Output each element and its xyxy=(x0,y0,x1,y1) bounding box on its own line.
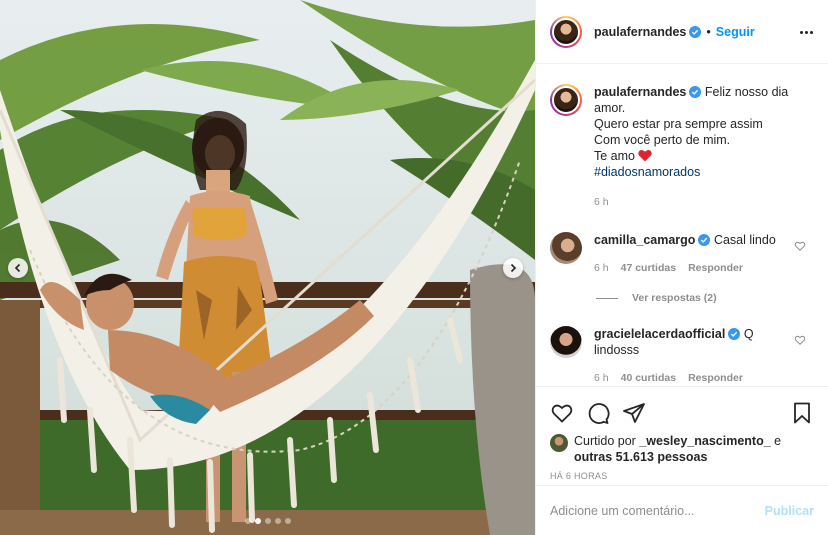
post-photo[interactable] xyxy=(0,0,535,535)
instagram-post: paulafernandes • Seguir paulafernandes F… xyxy=(0,0,828,535)
posted-time[interactable]: HÁ 6 HORAS xyxy=(536,471,828,481)
share-icon[interactable] xyxy=(622,401,646,425)
carousel-dot xyxy=(284,518,291,524)
liked-by-text: Curtido por _wesley_nascimento_ e outras… xyxy=(574,433,781,465)
carousel-dot xyxy=(264,518,271,524)
caption-line-2: Quero estar pra sempre assim xyxy=(594,117,763,131)
commenter-avatar[interactable] xyxy=(550,326,582,358)
liked-by-prefix: Curtido por xyxy=(574,434,636,448)
liker-avatar[interactable] xyxy=(550,434,568,452)
carousel-dot xyxy=(254,518,261,524)
carousel-indicator xyxy=(0,518,535,524)
author-username[interactable]: paulafernandes xyxy=(594,25,686,39)
verified-badge-icon xyxy=(698,234,711,246)
reply-button[interactable]: Responder xyxy=(688,370,743,386)
author-avatar[interactable] xyxy=(550,15,582,48)
verified-badge-icon xyxy=(728,328,741,340)
caption-line-3: Com você perto de mim. xyxy=(594,133,731,147)
comment-meta: 6 h 47 curtidas Responder xyxy=(594,260,784,276)
commenter-username[interactable]: gracielelacerdaofficial xyxy=(594,327,725,341)
comment-meta: 6 h 40 curtidas Responder xyxy=(594,370,784,386)
header-separator: • xyxy=(706,24,711,39)
caption-avatar[interactable] xyxy=(550,84,582,116)
post-actions-section: Curtido por _wesley_nascimento_ e outras… xyxy=(536,386,828,535)
caption-username[interactable]: paulafernandes xyxy=(594,85,686,99)
carousel-dot xyxy=(244,518,251,524)
publish-button[interactable]: Publicar xyxy=(765,504,814,518)
caption-hashtag[interactable]: #diadosnamorados xyxy=(594,165,700,179)
post-sidebar: paulafernandes • Seguir paulafernandes F… xyxy=(535,0,828,535)
post-caption: paulafernandes Feliz nosso dia amor. Que… xyxy=(550,84,814,210)
heart-icon[interactable] xyxy=(794,240,806,252)
verified-badge-icon xyxy=(689,86,702,98)
add-comment-bar: Publicar xyxy=(536,485,828,535)
red-heart-icon xyxy=(638,150,653,162)
chevron-left-icon xyxy=(14,263,21,273)
bookmark-icon[interactable] xyxy=(790,401,814,425)
caption-time: 6 h xyxy=(594,196,609,208)
view-replies-button[interactable]: Ver respostas (2) xyxy=(596,292,814,304)
chevron-right-icon xyxy=(510,263,517,273)
carousel-next-button[interactable] xyxy=(503,258,523,278)
verified-badge-icon xyxy=(689,25,702,38)
more-options-icon[interactable] xyxy=(800,25,816,39)
comment-icon[interactable] xyxy=(586,401,610,425)
carousel-dot xyxy=(274,518,281,524)
view-replies-label: Ver respostas (2) xyxy=(632,292,717,304)
heart-icon[interactable] xyxy=(794,334,806,346)
post-header: paulafernandes • Seguir xyxy=(536,0,828,64)
comment-item: camilla_camargo Casal lindo 6 h 47 curti… xyxy=(550,232,814,276)
photo-scene xyxy=(0,0,535,535)
comments-list: paulafernandes Feliz nosso dia amor. Que… xyxy=(536,64,828,386)
comment-time: 6 h xyxy=(594,262,609,274)
comment-likes[interactable]: 47 curtidas xyxy=(621,260,676,276)
commenter-username[interactable]: camilla_camargo xyxy=(594,233,695,247)
comment-item: gracielelacerdaofficial Q lindosss 6 h 4… xyxy=(550,326,814,386)
follow-button[interactable]: Seguir xyxy=(716,25,755,39)
caption-line-4: Te amo xyxy=(594,149,635,163)
heart-icon[interactable] xyxy=(550,401,574,425)
carousel-prev-button[interactable] xyxy=(8,258,28,278)
commenter-avatar[interactable] xyxy=(550,232,582,264)
liked-by: Curtido por _wesley_nascimento_ e outras… xyxy=(536,433,828,465)
liker-username[interactable]: _wesley_nascimento_ xyxy=(639,434,770,448)
action-bar xyxy=(536,387,828,431)
caption-body: paulafernandes Feliz nosso dia amor. Que… xyxy=(594,84,814,210)
comment-input[interactable] xyxy=(550,503,765,518)
replies-divider xyxy=(596,297,618,299)
comment-time: 6 h xyxy=(594,372,609,384)
reply-button[interactable]: Responder xyxy=(688,260,743,276)
liked-by-middle: e xyxy=(774,434,782,448)
comment-text: Casal lindo xyxy=(713,233,776,247)
likes-count[interactable]: outras 51.613 pessoas xyxy=(574,450,707,464)
comment-likes[interactable]: 40 curtidas xyxy=(621,370,676,386)
